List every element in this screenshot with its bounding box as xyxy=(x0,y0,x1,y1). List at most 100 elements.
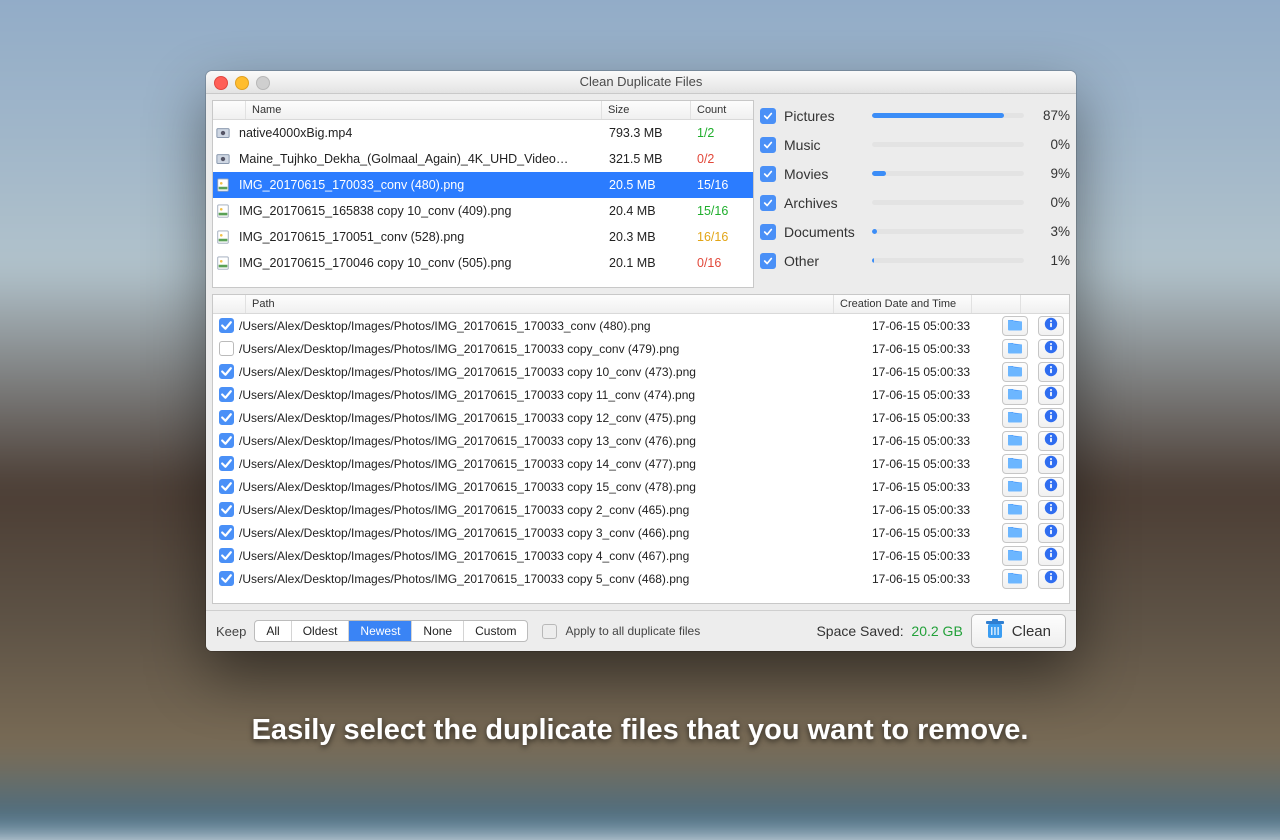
reveal-in-finder-button[interactable] xyxy=(1002,500,1028,520)
reveal-in-finder-button[interactable] xyxy=(1002,316,1028,336)
keep-segmented-control[interactable]: AllOldestNewestNoneCustom xyxy=(254,620,528,642)
category-bar xyxy=(872,229,1024,234)
category-row: Archives0% xyxy=(760,188,1070,217)
file-info-button[interactable] xyxy=(1038,454,1064,474)
file-info-button[interactable] xyxy=(1038,569,1064,589)
category-checkbox[interactable] xyxy=(760,137,776,153)
path-row[interactable]: /Users/Alex/Desktop/Images/Photos/IMG_20… xyxy=(213,406,1069,429)
reveal-in-finder-button[interactable] xyxy=(1002,569,1028,589)
path-row[interactable]: /Users/Alex/Desktop/Images/Photos/IMG_20… xyxy=(213,337,1069,360)
file-info-button[interactable] xyxy=(1038,477,1064,497)
file-row[interactable]: IMG_20170615_165838 copy 10_conv (409).p… xyxy=(213,198,753,224)
file-info-button[interactable] xyxy=(1038,339,1064,359)
path-row[interactable]: /Users/Alex/Desktop/Images/Photos/IMG_20… xyxy=(213,544,1069,567)
reveal-in-finder-button[interactable] xyxy=(1002,362,1028,382)
reveal-in-finder-button[interactable] xyxy=(1002,408,1028,428)
file-info-button[interactable] xyxy=(1038,431,1064,451)
space-saved: Space Saved: 20.2 GB xyxy=(816,623,962,639)
reveal-in-finder-button[interactable] xyxy=(1002,339,1028,359)
col-date[interactable]: Creation Date and Time xyxy=(834,295,972,313)
col-size[interactable]: Size xyxy=(602,101,691,119)
info-icon xyxy=(1044,317,1058,334)
file-info-button[interactable] xyxy=(1038,316,1064,336)
folder-icon xyxy=(1007,548,1023,564)
file-row[interactable]: native4000xBig.mp4793.3 MB1/2 xyxy=(213,120,753,146)
reveal-in-finder-button[interactable] xyxy=(1002,431,1028,451)
col-count[interactable]: Count xyxy=(691,101,753,119)
minimize-window-button[interactable] xyxy=(235,76,249,90)
path-checkbox[interactable] xyxy=(219,364,234,379)
category-checkbox[interactable] xyxy=(760,253,776,269)
path-row[interactable]: /Users/Alex/Desktop/Images/Photos/IMG_20… xyxy=(213,475,1069,498)
titlebar[interactable]: Clean Duplicate Files xyxy=(206,71,1076,94)
path-row[interactable]: /Users/Alex/Desktop/Images/Photos/IMG_20… xyxy=(213,314,1069,337)
category-row: Other1% xyxy=(760,246,1070,275)
reveal-in-finder-button[interactable] xyxy=(1002,454,1028,474)
col-path[interactable]: Path xyxy=(246,295,834,313)
zoom-window-button[interactable] xyxy=(256,76,270,90)
path-text: /Users/Alex/Desktop/Images/Photos/IMG_20… xyxy=(239,411,872,425)
folder-icon xyxy=(1007,433,1023,449)
path-row[interactable]: /Users/Alex/Desktop/Images/Photos/IMG_20… xyxy=(213,383,1069,406)
path-text: /Users/Alex/Desktop/Images/Photos/IMG_20… xyxy=(239,457,872,471)
path-checkbox[interactable] xyxy=(219,502,234,517)
path-row[interactable]: /Users/Alex/Desktop/Images/Photos/IMG_20… xyxy=(213,360,1069,383)
category-checkbox[interactable] xyxy=(760,195,776,211)
file-row[interactable]: IMG_20170615_170046 copy 10_conv (505).p… xyxy=(213,250,753,276)
file-info-button[interactable] xyxy=(1038,500,1064,520)
path-row[interactable]: /Users/Alex/Desktop/Images/Photos/IMG_20… xyxy=(213,567,1069,590)
path-checkbox[interactable] xyxy=(219,341,234,356)
path-checkbox[interactable] xyxy=(219,433,234,448)
path-row[interactable]: /Users/Alex/Desktop/Images/Photos/IMG_20… xyxy=(213,429,1069,452)
path-row[interactable]: /Users/Alex/Desktop/Images/Photos/IMG_20… xyxy=(213,521,1069,544)
category-checkbox[interactable] xyxy=(760,224,776,240)
category-bar xyxy=(872,142,1024,147)
category-checkbox[interactable] xyxy=(760,166,776,182)
keep-option-none[interactable]: None xyxy=(412,621,464,641)
apply-all-checkbox[interactable] xyxy=(542,624,557,639)
reveal-in-finder-button[interactable] xyxy=(1002,477,1028,497)
file-row[interactable]: IMG_20170615_170033_conv (480).png20.5 M… xyxy=(213,172,753,198)
path-checkbox[interactable] xyxy=(219,456,234,471)
reveal-in-finder-button[interactable] xyxy=(1002,546,1028,566)
col-name[interactable]: Name xyxy=(246,101,602,119)
path-checkbox[interactable] xyxy=(219,410,234,425)
reveal-in-finder-button[interactable] xyxy=(1002,385,1028,405)
file-row[interactable]: Maine_Tujhko_Dekha_(Golmaal_Again)_4K_UH… xyxy=(213,146,753,172)
close-window-button[interactable] xyxy=(214,76,228,90)
path-checkbox[interactable] xyxy=(219,479,234,494)
file-size: 20.5 MB xyxy=(603,178,691,192)
category-bar xyxy=(872,113,1024,118)
image-file-icon xyxy=(213,230,233,245)
path-checkbox[interactable] xyxy=(219,318,234,333)
space-saved-value: 20.2 GB xyxy=(911,623,962,639)
file-info-button[interactable] xyxy=(1038,546,1064,566)
path-row[interactable]: /Users/Alex/Desktop/Images/Photos/IMG_20… xyxy=(213,452,1069,475)
path-text: /Users/Alex/Desktop/Images/Photos/IMG_20… xyxy=(239,319,872,333)
duplicate-paths-table[interactable]: Path Creation Date and Time /Users/Alex/… xyxy=(212,294,1070,604)
folder-icon xyxy=(1007,364,1023,380)
path-checkbox[interactable] xyxy=(219,387,234,402)
file-info-button[interactable] xyxy=(1038,523,1064,543)
reveal-in-finder-button[interactable] xyxy=(1002,523,1028,543)
path-text: /Users/Alex/Desktop/Images/Photos/IMG_20… xyxy=(239,572,872,586)
path-checkbox[interactable] xyxy=(219,525,234,540)
keep-option-custom[interactable]: Custom xyxy=(464,621,527,641)
keep-option-oldest[interactable]: Oldest xyxy=(292,621,350,641)
path-row[interactable]: /Users/Alex/Desktop/Images/Photos/IMG_20… xyxy=(213,498,1069,521)
keep-option-newest[interactable]: Newest xyxy=(349,621,412,641)
category-checkbox[interactable] xyxy=(760,108,776,124)
folder-icon xyxy=(1007,479,1023,495)
keep-option-all[interactable]: All xyxy=(255,621,291,641)
paths-header: Path Creation Date and Time xyxy=(213,295,1069,314)
file-row[interactable]: IMG_20170615_170051_conv (528).png20.3 M… xyxy=(213,224,753,250)
file-info-button[interactable] xyxy=(1038,362,1064,382)
file-info-button[interactable] xyxy=(1038,408,1064,428)
path-checkbox[interactable] xyxy=(219,548,234,563)
clean-button[interactable]: Clean xyxy=(971,614,1066,648)
duplicate-groups-table[interactable]: Name Size Count native4000xBig.mp4793.3 … xyxy=(212,100,754,288)
file-info-button[interactable] xyxy=(1038,385,1064,405)
category-bar xyxy=(872,200,1024,205)
path-checkbox[interactable] xyxy=(219,571,234,586)
path-date: 17-06-15 05:00:33 xyxy=(872,319,997,333)
